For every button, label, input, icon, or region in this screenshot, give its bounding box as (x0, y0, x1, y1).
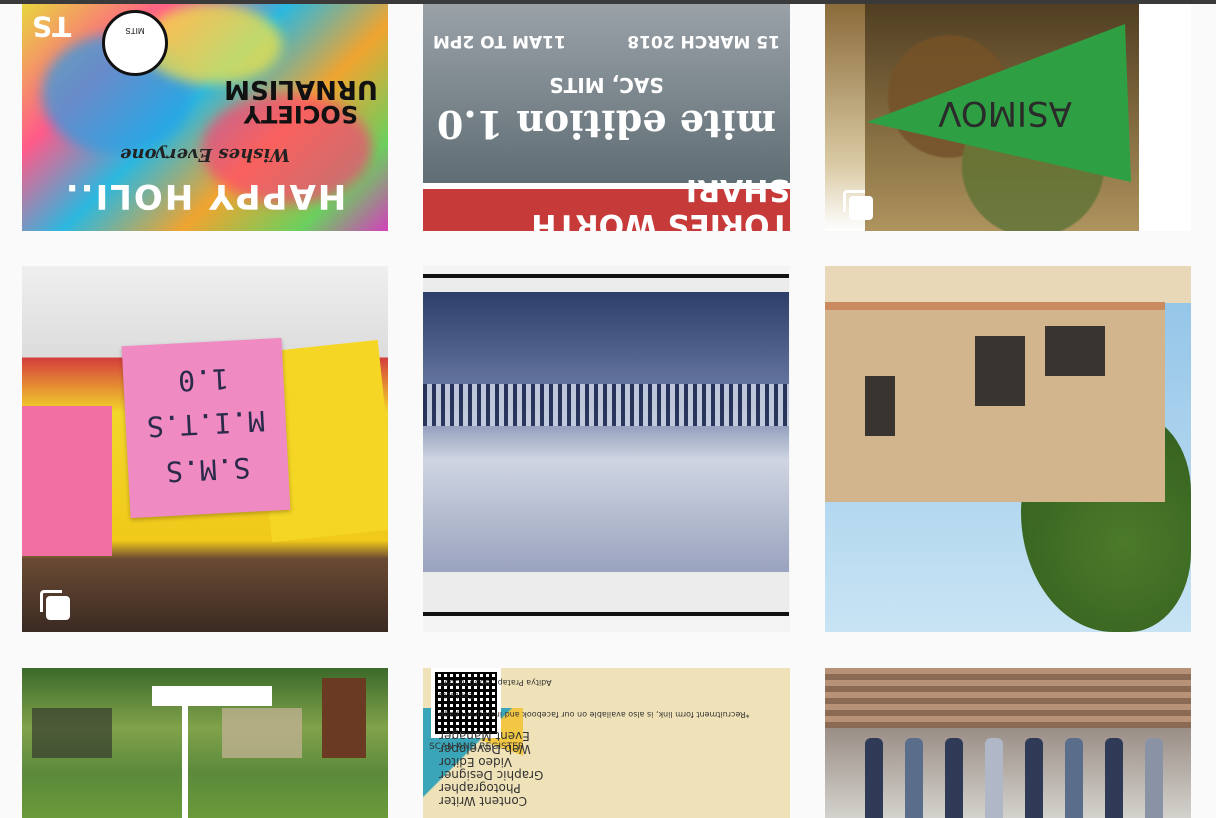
post-tile-garden[interactable] (22, 668, 388, 818)
multiple-photos-icon (40, 590, 70, 620)
post-image (22, 668, 388, 818)
post-org-line2: SOCIETY (243, 100, 358, 128)
posts-grid: HAPPY HOLI.. Wishes Everyone URNALISM SO… (0, 0, 1216, 818)
svg-text:ASIMOV: ASIMOV (938, 93, 1072, 133)
post-image: S.M.S M.I.T.S 1.0 (22, 266, 388, 632)
society-logo: MITS (102, 10, 168, 76)
flag-graphic: ASIMOV (867, 24, 1131, 182)
post-tile-group[interactable] (825, 668, 1191, 818)
post-tile-old-photo[interactable] (423, 266, 790, 632)
post-date: 15 MARCH 2018 (627, 31, 780, 51)
post-image (825, 266, 1191, 632)
post-tile-recruitment[interactable]: SCAN AND REGISTER Content Writer Photogr… (423, 668, 790, 818)
multiple-photos-icon (843, 190, 873, 220)
post-corner-text: TS (32, 10, 72, 43)
post-tile-holi[interactable]: HAPPY HOLI.. Wishes Everyone URNALISM SO… (22, 4, 388, 231)
post-image: TORIES WORTH SHARI mite edition 1.0 SAC,… (423, 4, 790, 231)
post-image: SCAN AND REGISTER Content Writer Photogr… (423, 668, 790, 818)
post-title: HAPPY HOLI.. (63, 176, 347, 216)
post-image: HAPPY HOLI.. Wishes Everyone URNALISM SO… (22, 4, 388, 231)
post-tile-sms-note[interactable]: S.M.S M.I.T.S 1.0 (22, 266, 388, 632)
post-time: 11AM TO 2PM (433, 31, 566, 51)
post-image (423, 266, 790, 632)
post-heading: mite edition 1.0 (436, 102, 777, 147)
post-tile-asimov[interactable]: ASIMOV (825, 4, 1191, 231)
post-image: ASIMOV (825, 4, 1191, 231)
post-subtitle: Wishes Everyone (120, 144, 290, 165)
sticky-note: S.M.S M.I.T.S 1.0 (121, 337, 291, 519)
post-tile-mite-edition[interactable]: TORIES WORTH SHARI mite edition 1.0 SAC,… (423, 4, 790, 231)
post-image (825, 668, 1191, 818)
post-banner: TORIES WORTH SHARI (531, 172, 790, 231)
post-tile-building[interactable] (825, 266, 1191, 632)
post-org: SAC, MITS (549, 73, 664, 97)
